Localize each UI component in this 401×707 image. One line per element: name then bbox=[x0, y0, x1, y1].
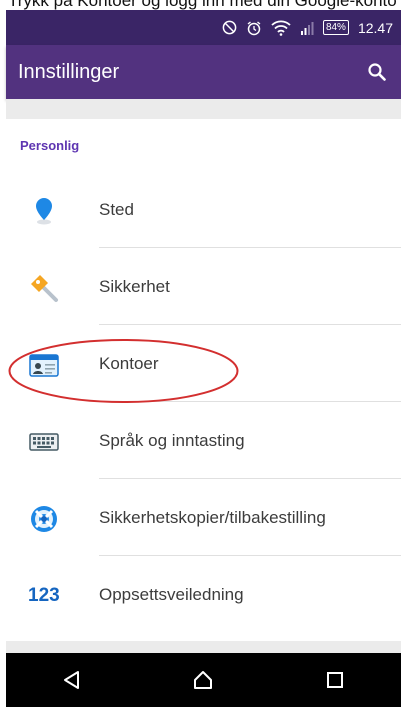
navigation-bar bbox=[6, 653, 401, 707]
page-title: Innstillinger bbox=[18, 60, 120, 83]
settings-item-sprak[interactable]: Språk og inntasting bbox=[6, 402, 401, 479]
caption: Trykk på Kontoer og logg inn med din Goo… bbox=[0, 0, 401, 10]
settings-item-label: Sted bbox=[99, 199, 134, 219]
alarm-icon bbox=[246, 20, 262, 36]
wifi-icon bbox=[271, 20, 291, 36]
do-not-disturb-icon bbox=[222, 20, 237, 35]
status-bar: 84% 12.47 bbox=[6, 10, 401, 45]
123-icon: 123 bbox=[28, 585, 60, 606]
settings-item-label: Kontoer bbox=[99, 353, 159, 373]
app-bar: Innstillinger bbox=[6, 45, 401, 99]
key-icon bbox=[28, 272, 60, 304]
back-icon[interactable] bbox=[52, 660, 92, 700]
home-icon[interactable] bbox=[183, 660, 223, 700]
settings-item-sted[interactable]: Sted bbox=[6, 171, 401, 248]
settings-list: Personlig Sted Sikkerhet Kontoer Språk o… bbox=[6, 119, 401, 641]
caption-text: Trykk på Kontoer og logg inn med din Goo… bbox=[8, 0, 397, 10]
settings-item-oppsett[interactable]: 123 Oppsettsveiledning bbox=[6, 556, 401, 633]
section-header: Personlig bbox=[20, 138, 80, 153]
settings-item-sikkerhet[interactable]: Sikkerhet bbox=[6, 248, 401, 325]
settings-item-label: Språk og inntasting bbox=[99, 430, 245, 450]
backup-lifebuoy-icon bbox=[28, 503, 60, 535]
clock: 12.47 bbox=[357, 19, 393, 36]
search-icon[interactable] bbox=[367, 62, 387, 82]
settings-item-label: Oppsettsveiledning bbox=[99, 584, 244, 604]
settings-item-sikkerhetskopier[interactable]: Sikkerhetskopier/tilbakestilling bbox=[6, 479, 401, 556]
battery-indicator: 84% bbox=[322, 20, 349, 35]
settings-item-label: Sikkerhetskopier/tilbakestilling bbox=[99, 507, 326, 527]
settings-item-kontoer[interactable]: Kontoer bbox=[6, 325, 401, 402]
bottom-divider bbox=[6, 641, 401, 653]
section-divider bbox=[6, 99, 401, 119]
recent-apps-icon[interactable] bbox=[315, 660, 355, 700]
keyboard-icon bbox=[28, 426, 60, 458]
location-pin-icon bbox=[28, 195, 60, 227]
id-card-icon bbox=[28, 349, 60, 381]
signal-icon bbox=[300, 21, 314, 35]
settings-item-label: Sikkerhet bbox=[99, 276, 170, 296]
